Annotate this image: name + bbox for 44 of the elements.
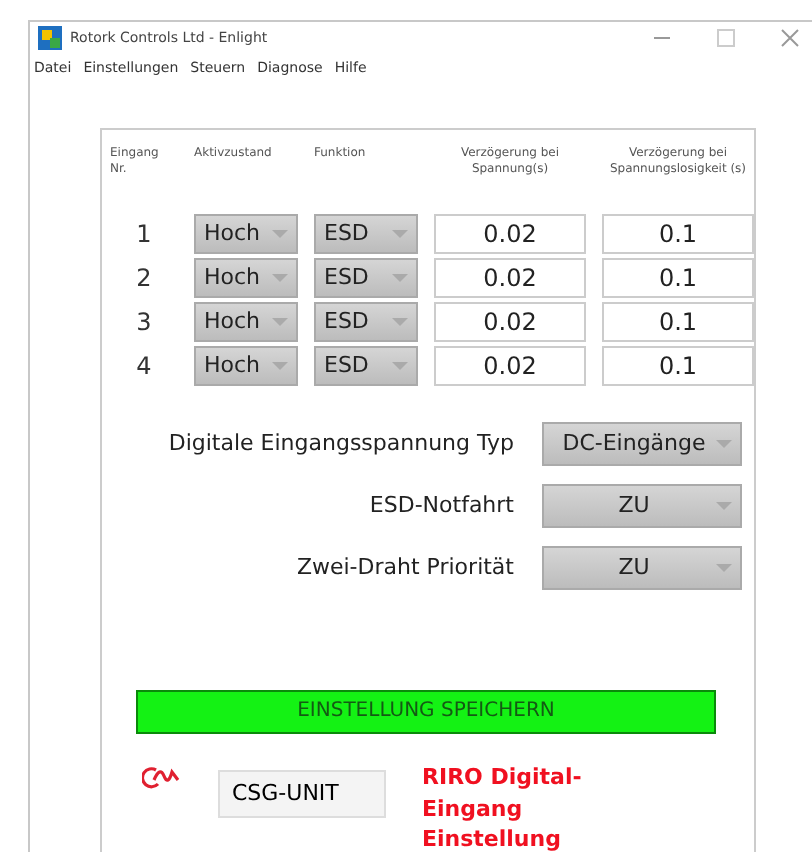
- caret-icon: [716, 561, 732, 574]
- caret-icon: [716, 437, 732, 450]
- setting-dropdown[interactable]: ZU: [542, 483, 742, 528]
- setting-dropdown[interactable]: DC-Eingänge: [542, 421, 742, 466]
- caret-icon: [392, 315, 408, 328]
- row-number: 1: [134, 219, 154, 248]
- delay-off-field[interactable]: 0.1: [602, 257, 754, 298]
- state-dropdown[interactable]: Hoch: [194, 301, 298, 342]
- state-dropdown[interactable]: Hoch: [194, 213, 298, 254]
- app-icon: [38, 26, 62, 50]
- unit-field[interactable]: CSG-UNIT: [218, 769, 386, 818]
- delay-on-field[interactable]: 0.02: [434, 301, 586, 342]
- function-dropdown[interactable]: ESD: [314, 301, 418, 342]
- save-button[interactable]: EINSTELLUNG SPEICHERN: [136, 689, 716, 734]
- row-number: 3: [134, 307, 154, 336]
- delay-off-field[interactable]: 0.1: [602, 345, 754, 386]
- wave-icon: [142, 761, 182, 790]
- close-icon[interactable]: [780, 28, 800, 48]
- row-number: 4: [134, 351, 154, 380]
- caret-icon: [392, 271, 408, 284]
- state-dropdown[interactable]: Hoch: [194, 345, 298, 386]
- caret-icon: [392, 227, 408, 240]
- caret-icon: [272, 315, 288, 328]
- delay-off-field[interactable]: 0.1: [602, 213, 754, 254]
- caret-icon: [272, 227, 288, 240]
- state-dropdown[interactable]: Hoch: [194, 257, 298, 298]
- delay-on-field[interactable]: 0.02: [434, 257, 586, 298]
- setting-label: Zwei-Draht Priorität: [294, 554, 514, 581]
- function-dropdown[interactable]: ESD: [314, 257, 418, 298]
- function-dropdown[interactable]: ESD: [314, 345, 418, 386]
- maximize-icon[interactable]: [716, 28, 736, 48]
- caret-icon: [272, 271, 288, 284]
- caret-icon: [272, 359, 288, 372]
- caret-icon: [392, 359, 408, 372]
- setting-dropdown[interactable]: ZU: [542, 545, 742, 590]
- delay-on-field[interactable]: 0.02: [434, 345, 586, 386]
- function-dropdown[interactable]: ESD: [314, 213, 418, 254]
- delay-off-field[interactable]: 0.1: [602, 301, 754, 342]
- setting-label: ESD-Notfahrt: [367, 492, 514, 519]
- setting-label: Digitale Eingangsspannung Typ: [166, 430, 514, 457]
- delay-on-field[interactable]: 0.02: [434, 213, 586, 254]
- caret-icon: [716, 499, 732, 512]
- caption-text: RIRO Digital-Eingang Einstellung: [422, 761, 584, 852]
- row-number: 2: [134, 263, 154, 292]
